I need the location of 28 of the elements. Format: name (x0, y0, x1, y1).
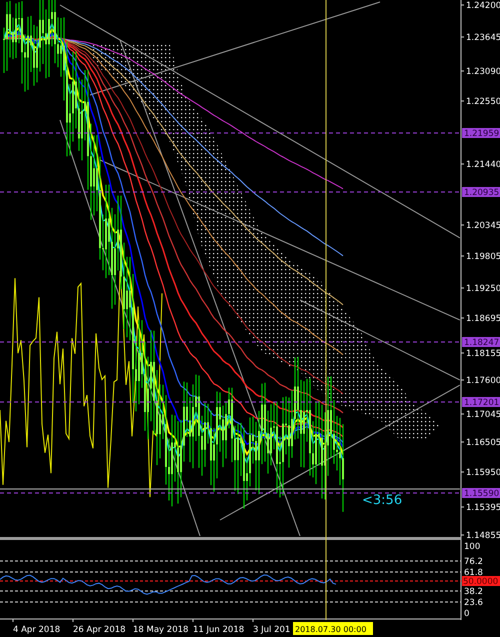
date-label: 26 Apr 2018 (73, 625, 126, 635)
price-label: 1.19805 (466, 252, 500, 262)
date-label: 4 Apr 2018 (13, 625, 60, 635)
price-label: 1.17045 (466, 410, 500, 420)
indicator-label: 61.8 (464, 568, 483, 578)
price-label: 1.23645 (466, 33, 500, 43)
date-label: 18 May 2018 (133, 625, 188, 635)
price-marker: 1.21959 (462, 128, 500, 139)
price-marker: 1.17201 (462, 397, 500, 408)
date-label: 3 Jul 201 (253, 625, 290, 635)
indicator-label: 38.2 (464, 587, 483, 597)
indicator-label: 100 (464, 542, 480, 552)
indicator-label: 23.6 (464, 598, 483, 608)
price-marker: 1.20935 (462, 187, 500, 198)
indicator-label: 76.2 (464, 557, 483, 567)
price-label: 1.20345 (466, 221, 500, 231)
countdown-timer: <3:56 (362, 493, 402, 508)
price-marker: 1.18247 (462, 337, 500, 348)
price-label: 1.15395 (466, 503, 500, 513)
price-label: 1.18695 (466, 314, 500, 324)
price-label: 1.18155 (466, 349, 500, 359)
indicator-label: 0 (464, 609, 470, 619)
price-label: 1.14855 (466, 531, 500, 541)
price-marker: 1.15590 (462, 488, 500, 499)
crosshair-date-label: 2018.07.30 00:00 (293, 622, 373, 635)
price-label: 1.16505 (466, 438, 500, 448)
indicator-level-marker: 50.0000 (462, 576, 500, 587)
date-label: 11 Jun 2018 (193, 625, 244, 635)
